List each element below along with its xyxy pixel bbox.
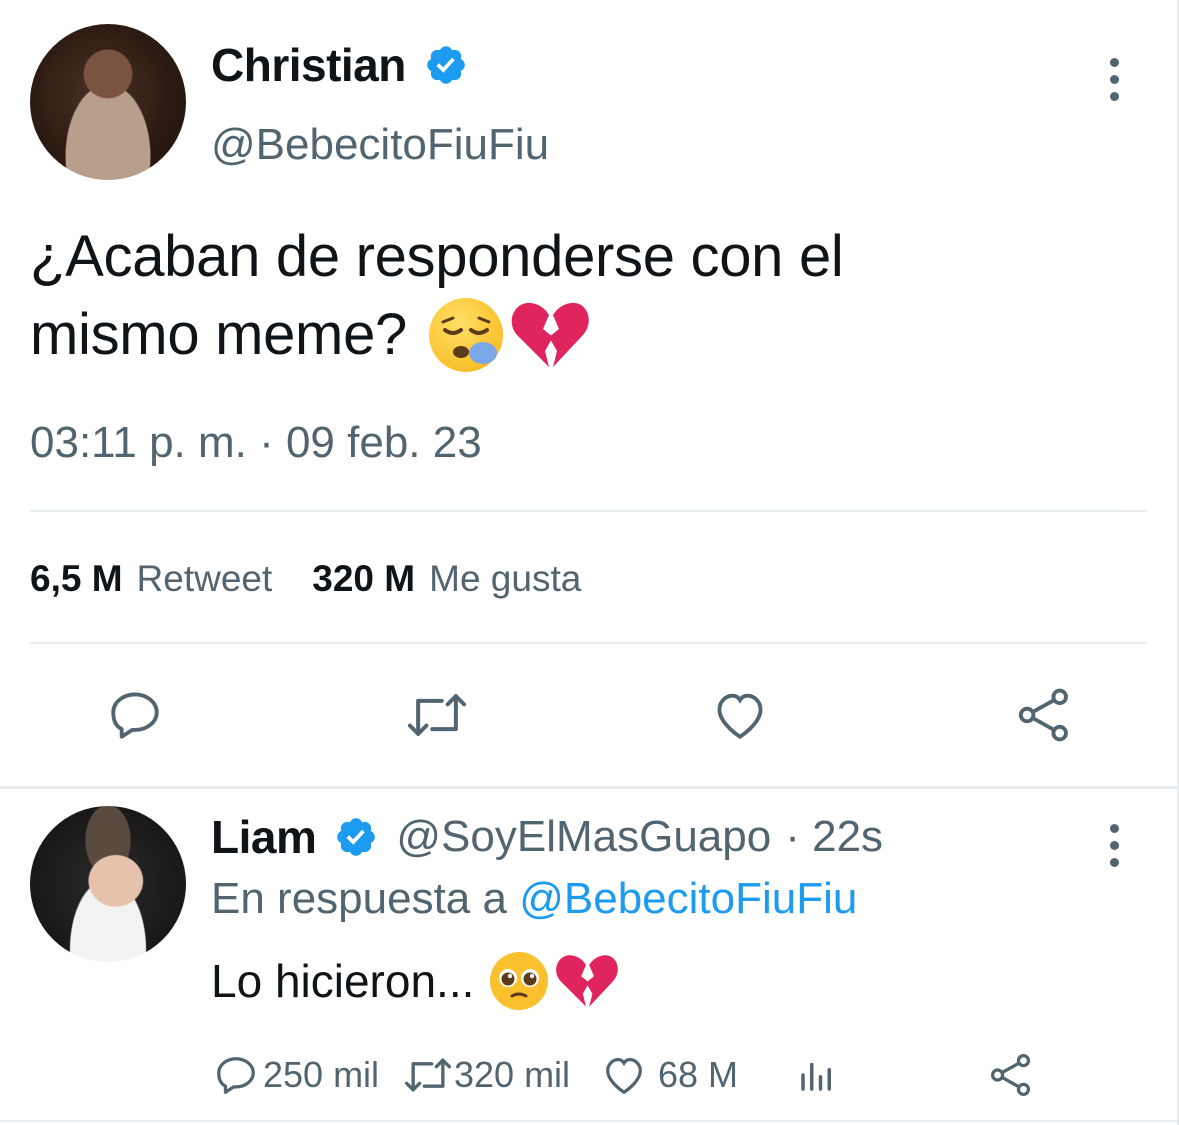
reply-text-row: Lo hicieron... xyxy=(211,950,619,1012)
divider xyxy=(0,786,1177,789)
like-count[interactable]: 320 M xyxy=(312,558,415,600)
reply-retweet-count: 320 mil xyxy=(454,1054,571,1095)
like-label[interactable]: Me gusta xyxy=(429,558,581,600)
broken-heart-emoji xyxy=(511,302,589,367)
reply-like-count: 68 M xyxy=(658,1054,739,1095)
reply-icon[interactable] xyxy=(106,686,164,744)
main-tweet-line1: ¿Acaban de responderse con el xyxy=(30,224,844,289)
reply-action-like[interactable]: 68 M xyxy=(600,1052,738,1098)
reply-context: En respuesta a @BebecitoFiuFiu xyxy=(211,874,857,924)
main-author-name[interactable]: Christian xyxy=(211,38,406,92)
analytics-icon[interactable] xyxy=(796,1054,838,1096)
reply-prefix: En respuesta a xyxy=(211,874,507,923)
verified-badge-icon xyxy=(337,818,376,856)
share-icon[interactable] xyxy=(1014,686,1074,744)
share-icon[interactable] xyxy=(988,1052,1034,1098)
reply-action-retweet[interactable]: 320 mil xyxy=(402,1052,570,1098)
sleepy-face-emoji xyxy=(429,298,503,372)
divider xyxy=(30,510,1147,512)
reply-to-link[interactable]: @BebecitoFiuFiu xyxy=(519,874,857,923)
heart-icon[interactable] xyxy=(600,1052,648,1098)
reply-text: Lo hicieron... xyxy=(211,955,475,1007)
divider xyxy=(30,642,1147,644)
reply-time[interactable]: · 22s xyxy=(785,812,883,862)
reply-action-reply[interactable]: 250 mil xyxy=(213,1052,379,1098)
broken-heart-emoji xyxy=(556,955,619,1007)
retweet-icon[interactable] xyxy=(402,1052,454,1098)
main-tweet-timestamp[interactable]: 03:11 p. m. · 09 feb. 23 xyxy=(30,418,482,468)
more-options-icon[interactable] xyxy=(1104,824,1124,875)
verified-badge-icon xyxy=(427,46,465,84)
reply-count: 250 mil xyxy=(263,1054,380,1095)
divider xyxy=(0,1120,1177,1122)
retweet-label[interactable]: Retweet xyxy=(137,558,273,600)
pleading-face-emoji xyxy=(490,952,549,1010)
more-options-icon[interactable] xyxy=(1104,58,1124,109)
reply-icon[interactable] xyxy=(213,1052,259,1098)
avatar-liam[interactable] xyxy=(30,806,186,962)
reply-author-name[interactable]: Liam xyxy=(211,810,317,864)
main-tweet-text: ¿Acaban de responderse con el mismo meme… xyxy=(30,218,1150,374)
main-tweet-stats: 6,5 M Retweet 320 M Me gusta xyxy=(30,558,581,600)
main-author-handle[interactable]: @BebecitoFiuFiu xyxy=(211,120,549,170)
reply-author-row: Liam @SoyElMasGuapo · 22s xyxy=(211,810,883,864)
retweet-count[interactable]: 6,5 M xyxy=(30,558,123,600)
avatar-christian[interactable] xyxy=(30,24,186,180)
retweet-icon[interactable] xyxy=(404,686,470,744)
reply-author-handle[interactable]: @SoyElMasGuapo xyxy=(396,812,771,862)
main-author-row: Christian xyxy=(211,38,468,92)
main-tweet-line2: mismo meme? xyxy=(30,302,407,367)
main-tweet-line2-row: mismo meme? xyxy=(30,296,1150,374)
heart-icon[interactable] xyxy=(710,686,770,744)
